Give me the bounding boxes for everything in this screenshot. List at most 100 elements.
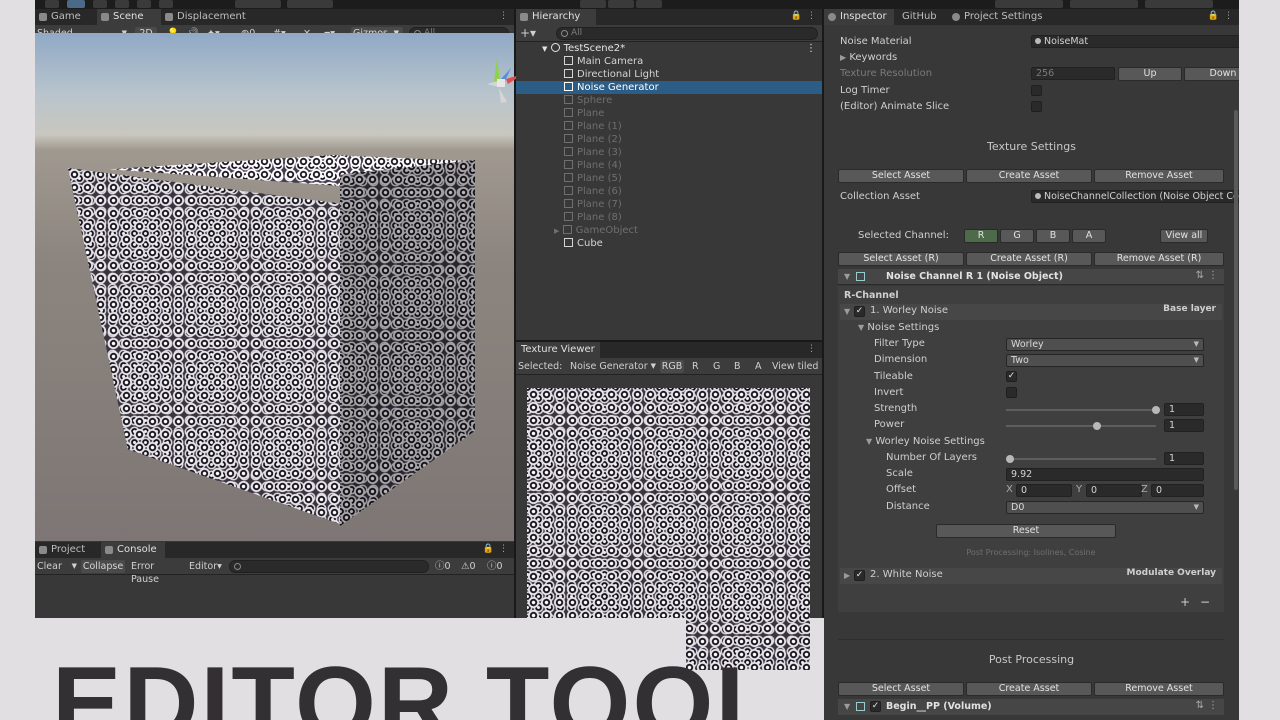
layer2-header[interactable]: ▶ ✓ 2. White Noise Modulate Overlay <box>840 568 1222 584</box>
hierarchy-item[interactable]: Directional Light <box>564 68 822 81</box>
add-object-dropdown[interactable]: +▾ <box>520 27 542 40</box>
log-count[interactable]: ⓘ0 <box>435 560 451 573</box>
layers-field[interactable]: 1 <box>1164 452 1204 465</box>
channel-b-button[interactable]: B <box>1036 229 1070 243</box>
tab-hierarchy[interactable]: Hierarchy <box>516 9 596 25</box>
hierarchy-item[interactable]: Plane (1) <box>564 120 622 133</box>
hierarchy-item-selected[interactable]: Noise Generator <box>516 81 822 94</box>
hierarchy-item[interactable]: Cube <box>564 237 603 250</box>
collection-asset-field[interactable]: NoiseChannelCollection (Noise Object Col… <box>1031 190 1239 203</box>
create-asset-button[interactable]: Create Asset <box>966 169 1092 183</box>
hierarchy-item[interactable]: Plane (2) <box>564 133 622 146</box>
play-button-icon[interactable] <box>580 0 606 8</box>
view-all-button[interactable]: View all <box>1160 229 1208 243</box>
begin-pp-enabled-checkbox[interactable]: ✓ <box>870 701 881 712</box>
hierarchy-item[interactable]: Plane (6) <box>564 185 622 198</box>
global-toggle[interactable] <box>287 0 333 8</box>
filter-type-dropdown[interactable]: Worley <box>1006 338 1204 351</box>
hierarchy-item[interactable]: Plane (5) <box>564 172 622 185</box>
slider-handle[interactable] <box>1152 406 1160 414</box>
hierarchy-item[interactable]: Plane (7) <box>564 198 622 211</box>
scale-tool-icon[interactable] <box>115 0 129 8</box>
tab-inspector[interactable]: Inspector <box>824 9 894 25</box>
editor-dropdown[interactable]: Editor▾ <box>189 560 227 573</box>
more-menu-icon[interactable]: ⋮ <box>499 11 508 21</box>
channel-rgb-button[interactable]: RGB <box>660 360 684 373</box>
account-dropdown[interactable] <box>995 0 1063 8</box>
channel-r-button[interactable]: R <box>692 360 699 373</box>
noise-material-field[interactable]: NoiseMat◉ <box>1031 35 1239 48</box>
scale-field[interactable]: 9.92 <box>1006 468 1204 481</box>
tab-project-settings[interactable]: Project Settings <box>948 9 1058 25</box>
noise-settings-foldout[interactable]: ▼ Noise Settings <box>858 322 939 333</box>
keywords-foldout[interactable]: ▶ Keywords <box>840 52 897 63</box>
pp-create-asset-button[interactable]: Create Asset <box>966 682 1092 696</box>
up-button[interactable]: Up <box>1118 67 1182 81</box>
log-timer-checkbox[interactable] <box>1031 85 1042 96</box>
channel-r-button[interactable]: R <box>964 229 998 243</box>
select-asset-button[interactable]: Select Asset <box>838 169 964 183</box>
hand-tool-icon[interactable] <box>45 0 59 8</box>
view-tiled-button[interactable]: View tiled <box>772 360 818 373</box>
tab-project[interactable]: Project <box>35 542 91 558</box>
tab-github[interactable]: GitHub <box>896 9 946 25</box>
create-asset-r-button[interactable]: Create Asset (R) <box>966 252 1092 266</box>
pause-button-icon[interactable] <box>608 0 634 8</box>
texture-resolution-field[interactable]: 256 <box>1031 67 1115 80</box>
distance-dropdown[interactable]: D0 <box>1006 501 1204 514</box>
more-menu-icon[interactable]: ⋮ <box>806 42 816 55</box>
more-menu-icon[interactable]: ⋮ <box>807 344 816 354</box>
hierarchy-item[interactable]: Plane (4) <box>564 159 622 172</box>
dimension-dropdown[interactable]: Two <box>1006 354 1204 367</box>
console-search-input[interactable] <box>229 560 429 573</box>
hierarchy-item[interactable]: Plane <box>564 107 604 120</box>
hierarchy-item[interactable]: Plane (8) <box>564 211 622 224</box>
lock-icon[interactable]: 🔒 <box>1208 11 1219 21</box>
rotate-tool-icon[interactable] <box>93 0 107 8</box>
power-field[interactable]: 1 <box>1164 419 1204 432</box>
more-menu-icon[interactable]: ⋮ <box>499 544 508 554</box>
layer1-enabled-checkbox[interactable]: ✓ <box>854 306 865 317</box>
lock-icon[interactable]: 🔒 <box>483 544 494 554</box>
inspector-scrollbar[interactable] <box>1234 110 1238 490</box>
tab-displacement[interactable]: Displacement <box>161 9 261 25</box>
slider-handle[interactable] <box>1006 455 1014 463</box>
step-button-icon[interactable] <box>636 0 662 8</box>
begin-pp-header[interactable]: ▼ ✓ Begin__PP (Volume) ⇅ ⋮ <box>838 699 1224 715</box>
add-layer-button[interactable]: + <box>1180 595 1190 609</box>
remove-layer-button[interactable]: − <box>1200 595 1210 609</box>
preset-icon[interactable]: ⇅ <box>1196 700 1204 711</box>
select-asset-r-button[interactable]: Select Asset (R) <box>838 252 964 266</box>
tab-console[interactable]: Console <box>101 542 165 558</box>
lock-icon[interactable]: 🔒 <box>791 11 802 21</box>
invert-checkbox[interactable] <box>1006 387 1017 398</box>
strength-field[interactable]: 1 <box>1164 403 1204 416</box>
error-pause-toggle[interactable]: Error Pause <box>131 560 185 585</box>
channel-b-button[interactable]: B <box>734 360 741 373</box>
selected-object-dropdown[interactable]: Noise Generator ▼ <box>570 360 656 373</box>
noise-channel-header[interactable]: ▼ Noise Channel R 1 (Noise Object) ⇅ ⋮ <box>838 269 1224 285</box>
layer1-header[interactable]: ▼ ✓ 1. Worley Noise Base layer <box>840 304 1222 320</box>
warning-count[interactable]: ⚠0 <box>461 560 476 573</box>
strength-slider[interactable] <box>1006 406 1160 414</box>
tab-texture-viewer[interactable]: Texture Viewer <box>516 342 600 358</box>
hierarchy-item[interactable]: ▶ GameObject <box>554 224 638 237</box>
power-slider[interactable] <box>1006 422 1156 430</box>
offset-x-field[interactable]: 0 <box>1016 484 1072 497</box>
channel-a-button[interactable]: A <box>755 360 762 373</box>
channel-a-button[interactable]: A <box>1072 229 1106 243</box>
collapse-toggle[interactable]: Collapse <box>81 560 125 573</box>
more-menu-icon[interactable]: ⋮ <box>1208 700 1218 711</box>
channel-g-button[interactable]: G <box>1000 229 1034 243</box>
slider-handle[interactable] <box>1093 422 1101 430</box>
layout-dropdown[interactable] <box>1145 0 1213 8</box>
reset-button[interactable]: Reset <box>936 524 1116 538</box>
hierarchy-item[interactable]: Sphere <box>564 94 612 107</box>
tileable-checkbox[interactable]: ✓ <box>1006 371 1017 382</box>
move-tool-icon[interactable] <box>67 0 85 8</box>
offset-z-field[interactable]: 0 <box>1151 484 1204 497</box>
hierarchy-search-input[interactable]: All <box>556 27 818 40</box>
more-menu-icon[interactable]: ⋮ <box>1224 11 1233 21</box>
transform-tool-icon[interactable] <box>159 0 173 8</box>
more-menu-icon[interactable]: ⋮ <box>1208 270 1218 281</box>
